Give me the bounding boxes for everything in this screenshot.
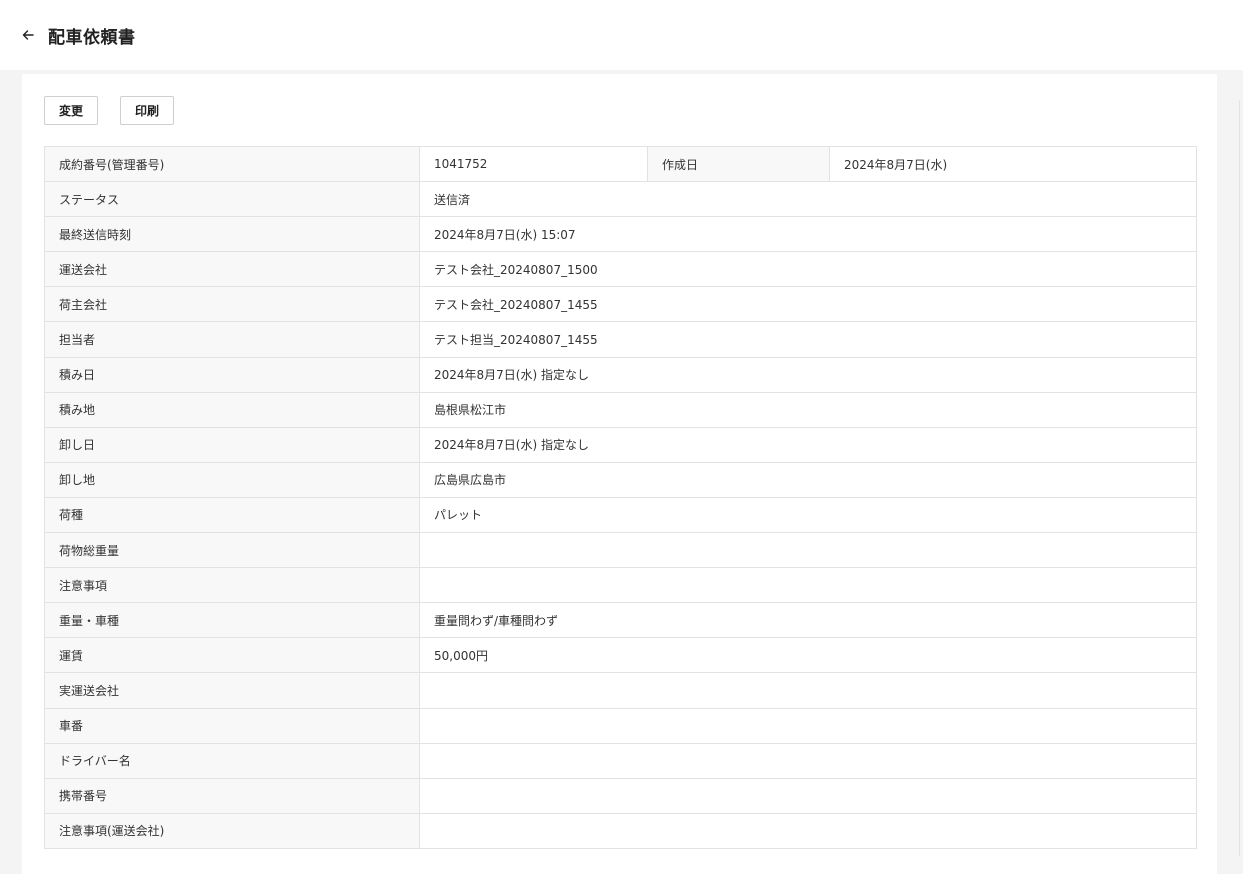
row-label: 注意事項: [44, 567, 420, 604]
created-date-value: 2024年8月7日(水): [829, 145, 1197, 183]
table-row: 積み地 島根県松江市: [44, 391, 1197, 428]
table-row: 卸し日 2024年8月7日(水) 指定なし: [44, 426, 1197, 463]
row-value: [419, 567, 1197, 604]
row-label: ドライバー名: [44, 742, 420, 779]
table-row: 成約番号(管理番号) 1041752 作成日 2024年8月7日(水): [44, 145, 1197, 183]
row-value: 2024年8月7日(水) 15:07: [419, 216, 1197, 253]
row-label: 卸し日: [44, 426, 420, 463]
table-row: ドライバー名: [44, 742, 1197, 779]
row-label: 実運送会社: [44, 672, 420, 709]
scrollbar-edge: [1239, 100, 1240, 856]
row-label: 車番: [44, 707, 420, 744]
table-row: 担当者 テスト担当_20240807_1455: [44, 321, 1197, 358]
table-row: 卸し地 広島県広島市: [44, 461, 1197, 498]
row-label: 担当者: [44, 321, 420, 358]
table-row: 注意事項: [44, 567, 1197, 604]
row-label: 積み日: [44, 356, 420, 393]
row-value: 重量問わず/車種問わず: [419, 602, 1197, 639]
table-row: ステータス 送信済: [44, 181, 1197, 218]
row-value: [419, 812, 1197, 849]
row-label: 最終送信時刻: [44, 216, 420, 253]
print-button[interactable]: 印刷: [120, 96, 174, 125]
row-value: [419, 742, 1197, 779]
contract-number-label: 成約番号(管理番号): [44, 145, 420, 183]
row-value: テスト会社_20240807_1455: [419, 286, 1197, 323]
table-row: 荷主会社 テスト会社_20240807_1455: [44, 286, 1197, 323]
detail-table: 成約番号(管理番号) 1041752 作成日 2024年8月7日(水) ステータ…: [44, 145, 1197, 849]
table-row: 実運送会社: [44, 672, 1197, 709]
table-row: 車番: [44, 707, 1197, 744]
arrow-left-icon: [22, 30, 34, 40]
page-header: 配車依頼書: [0, 0, 1243, 70]
row-label: 重量・車種: [44, 602, 420, 639]
row-value: 広島県広島市: [419, 461, 1197, 498]
table-row: 携帯番号: [44, 777, 1197, 814]
table-row: 運送会社 テスト会社_20240807_1500: [44, 251, 1197, 288]
row-value: [419, 532, 1197, 569]
row-value: テスト会社_20240807_1500: [419, 251, 1197, 288]
detail-card: 変更 印刷 成約番号(管理番号) 1041752 作成日 2024年8月7日(水…: [22, 74, 1217, 874]
row-value: 島根県松江市: [419, 391, 1197, 428]
row-value: 2024年8月7日(水) 指定なし: [419, 356, 1197, 393]
row-label: 積み地: [44, 391, 420, 428]
row-label: 荷種: [44, 496, 420, 534]
row-label: 運送会社: [44, 251, 420, 288]
row-label: 荷物総重量: [44, 532, 420, 569]
table-row: 荷種 パレット: [44, 496, 1197, 534]
toolbar: 変更 印刷: [44, 96, 174, 125]
table-row: 荷物総重量: [44, 532, 1197, 569]
row-value: 2024年8月7日(水) 指定なし: [419, 426, 1197, 463]
row-value: [419, 777, 1197, 814]
page-title: 配車依頼書: [48, 27, 136, 48]
row-value: テスト担当_20240807_1455: [419, 321, 1197, 358]
row-value: [419, 672, 1197, 709]
row-value: 50,000円: [419, 637, 1197, 674]
row-value: 送信済: [419, 181, 1197, 218]
row-label: 注意事項(運送会社): [44, 812, 420, 849]
contract-number-value: 1041752: [419, 145, 648, 183]
row-label: 携帯番号: [44, 777, 420, 814]
table-row: 最終送信時刻 2024年8月7日(水) 15:07: [44, 216, 1197, 253]
table-row: 注意事項(運送会社): [44, 812, 1197, 849]
row-label: ステータス: [44, 181, 420, 218]
row-label: 荷主会社: [44, 286, 420, 323]
table-row: 積み日 2024年8月7日(水) 指定なし: [44, 356, 1197, 393]
table-row: 運賃 50,000円: [44, 637, 1197, 674]
back-button[interactable]: [18, 25, 38, 45]
created-date-label: 作成日: [647, 145, 830, 183]
change-button[interactable]: 変更: [44, 96, 98, 125]
row-label: 卸し地: [44, 461, 420, 498]
scrollbar-track[interactable]: [1217, 70, 1243, 856]
table-row: 重量・車種 重量問わず/車種問わず: [44, 602, 1197, 639]
row-value: パレット: [419, 496, 1197, 534]
row-value: [419, 707, 1197, 744]
row-label: 運賃: [44, 637, 420, 674]
